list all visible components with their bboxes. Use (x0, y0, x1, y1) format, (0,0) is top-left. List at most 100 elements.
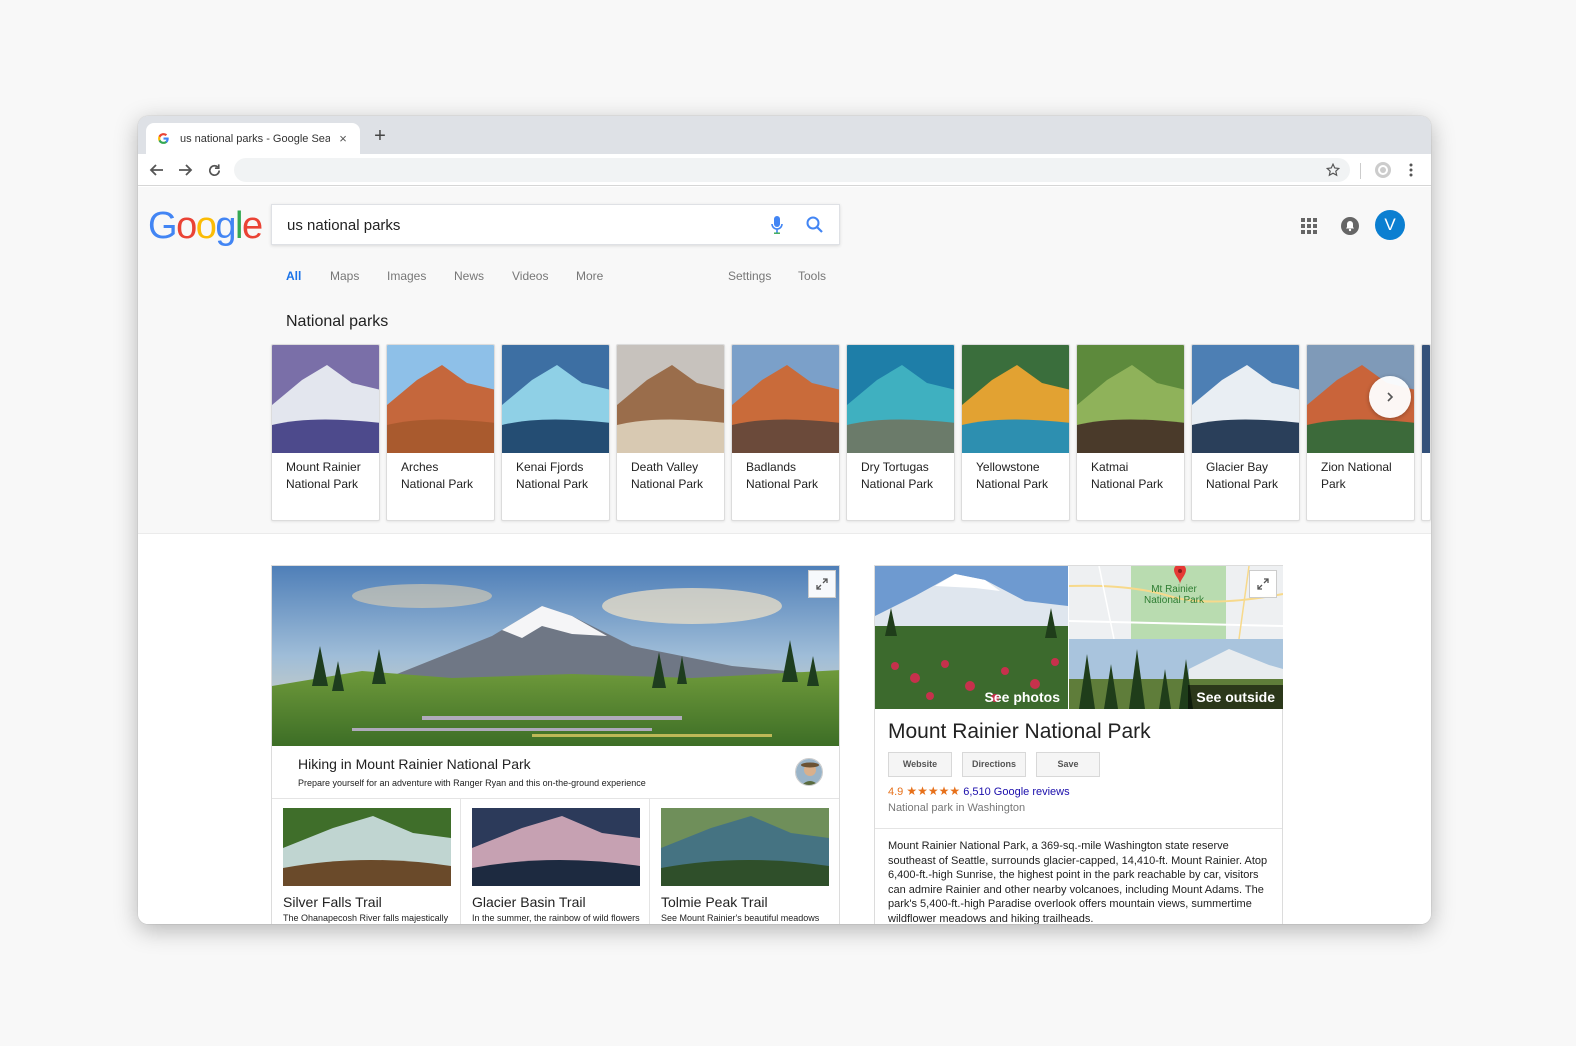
ranger-avatar (795, 758, 823, 786)
park-card[interactable]: Kenai Fjords National Park (501, 344, 610, 521)
new-tab-button[interactable]: + (370, 126, 390, 146)
park-name-line1: Yellowstone (976, 460, 1040, 474)
park-name-line2: National Park (286, 477, 359, 491)
expand-icon[interactable] (808, 570, 836, 598)
logo-letter: e (241, 205, 263, 247)
search-icon[interactable] (805, 215, 825, 235)
trail-card[interactable]: Glacier Basin Trail In the summer, the ra… (461, 799, 650, 924)
browser-tab[interactable]: us national parks - Google Sear × (146, 123, 360, 154)
back-arrow-icon[interactable] (148, 161, 166, 179)
tab-settings[interactable]: Settings (728, 269, 771, 283)
hiking-card: Hiking in Mount Rainier National Park Pr… (271, 565, 840, 924)
trail-name[interactable]: Tolmie Peak Trail (661, 894, 768, 910)
park-image (1192, 345, 1299, 453)
park-name: Kenai Fjords National Park (516, 459, 606, 493)
browser-window: us national parks - Google Sear × + Goog… (138, 116, 1431, 924)
park-card[interactable]: Mount Rainier National Park (271, 344, 380, 521)
park-image (1077, 345, 1184, 453)
park-name-line2: National Park (976, 477, 1049, 491)
park-card[interactable]: Badlands National Park (731, 344, 840, 521)
profile-icon[interactable] (1374, 161, 1392, 179)
national-parks-carousel: Mount Rainier National Park Arches National… (271, 344, 1431, 524)
reload-icon[interactable] (205, 161, 223, 179)
close-tab-icon[interactable]: × (336, 131, 350, 146)
park-name-line2: Park (1321, 477, 1346, 491)
directions-button[interactable]: Directions (962, 752, 1026, 777)
see-outside-tile[interactable]: See outside (1069, 639, 1283, 709)
park-name-line1: Mount Rainier (286, 460, 361, 474)
tab-maps[interactable]: Maps (330, 269, 359, 283)
tab-images[interactable]: Images (387, 269, 426, 283)
account-avatar[interactable]: V (1375, 210, 1405, 240)
park-name: Mount Rainier National Park (286, 459, 376, 493)
logo-letter: G (148, 205, 178, 247)
park-image (387, 345, 494, 453)
address-bar[interactable] (234, 158, 1350, 182)
park-image (1422, 345, 1430, 453)
apps-grid-icon[interactable] (1301, 218, 1317, 234)
see-photos-label: See photos (984, 689, 1060, 705)
kp-title: Mount Rainier National Park (888, 720, 1151, 743)
trail-description: The Ohanapecosh River falls majestically (283, 913, 449, 923)
tab-more[interactable]: More (576, 269, 603, 283)
reviews-link[interactable]: 6,510 Google reviews (963, 786, 1069, 798)
park-card[interactable]: Death Valley National Park (616, 344, 725, 521)
park-name-line1: Badlands (746, 460, 797, 474)
save-button[interactable]: Save (1036, 752, 1100, 777)
park-name-line2: National Park (631, 477, 704, 491)
trail-card[interactable]: Silver Falls Trail The Ohanapecosh River … (272, 799, 461, 924)
search-input[interactable]: us national parks (287, 217, 400, 234)
forward-arrow-icon[interactable] (176, 161, 194, 179)
microphone-icon[interactable] (770, 215, 784, 235)
trail-image (283, 808, 451, 886)
park-card[interactable]: Arches National Park (386, 344, 495, 521)
knowledge-panel: See photos Mt Rainier National Park See … (874, 565, 1283, 924)
map-label-line2: National Park (1143, 595, 1205, 606)
park-name-line1: Death Valley (631, 460, 699, 474)
trail-description: In the summer, the rainbow of wild flowe… (472, 913, 640, 923)
tab-news[interactable]: News (454, 269, 484, 283)
park-image (272, 345, 379, 453)
park-name: Yellowstone National Park (976, 459, 1066, 493)
park-name-line2: National Park (1206, 477, 1279, 491)
park-name-line2: National Park (861, 477, 934, 491)
tab-videos[interactable]: Videos (512, 269, 548, 283)
notifications-icon[interactable] (1340, 216, 1360, 236)
park-card[interactable]: Yellowstone National Park (961, 344, 1070, 521)
park-name-line2: National Park (1091, 477, 1164, 491)
park-name: Arches National Park (401, 459, 491, 493)
kp-description: Mount Rainier National Park, a 369-sq.-m… (888, 840, 1268, 924)
tab-strip: us national parks - Google Sear × + (138, 116, 1431, 154)
google-logo[interactable]: Google (148, 205, 263, 248)
park-card[interactable]: Glacier Bay National Park (1191, 344, 1300, 521)
park-card[interactable]: Zion National Park (1306, 344, 1415, 521)
map-tile[interactable]: Mt Rainier National Park (1069, 566, 1283, 639)
map-park-label: Mt Rainier National Park (1139, 584, 1209, 606)
trail-name[interactable]: Glacier Basin Trail (472, 894, 586, 910)
trail-card[interactable]: Tolmie Peak Trail See Mount Rainier's bea… (650, 799, 839, 924)
tab-tools[interactable]: Tools (798, 269, 826, 283)
trail-name[interactable]: Silver Falls Trail (283, 894, 382, 910)
national-parks-heading: National parks (286, 313, 389, 330)
kp-rating: 4.9 ★★★★★ 6,510 Google reviews (888, 784, 1070, 798)
park-name-line1: Katmai (1091, 460, 1129, 474)
hiking-title[interactable]: Hiking in Mount Rainier National Park (298, 756, 531, 772)
carousel-next-button[interactable] (1369, 376, 1411, 418)
search-box[interactable]: us national parks (271, 204, 840, 245)
browser-toolbar (138, 154, 1431, 186)
website-button[interactable]: Website (888, 752, 952, 777)
logo-letter: o (176, 205, 197, 247)
park-card-partial[interactable] (1421, 344, 1431, 521)
bookmark-star-icon[interactable] (1324, 161, 1342, 179)
mount-rainier-hero-image[interactable] (272, 566, 839, 746)
park-name-line2: National Park (401, 477, 474, 491)
see-photos-tile[interactable]: See photos (875, 566, 1068, 709)
tab-all[interactable]: All (286, 269, 301, 283)
park-name-line2: National Park (516, 477, 589, 491)
chevron-right-icon (1387, 392, 1394, 402)
park-name: Zion National Park (1321, 459, 1411, 493)
browser-menu-icon[interactable] (1404, 161, 1418, 179)
park-card[interactable]: Katmai National Park (1076, 344, 1185, 521)
park-card[interactable]: Dry Tortugas National Park (846, 344, 955, 521)
map-expand-icon[interactable] (1249, 570, 1277, 598)
